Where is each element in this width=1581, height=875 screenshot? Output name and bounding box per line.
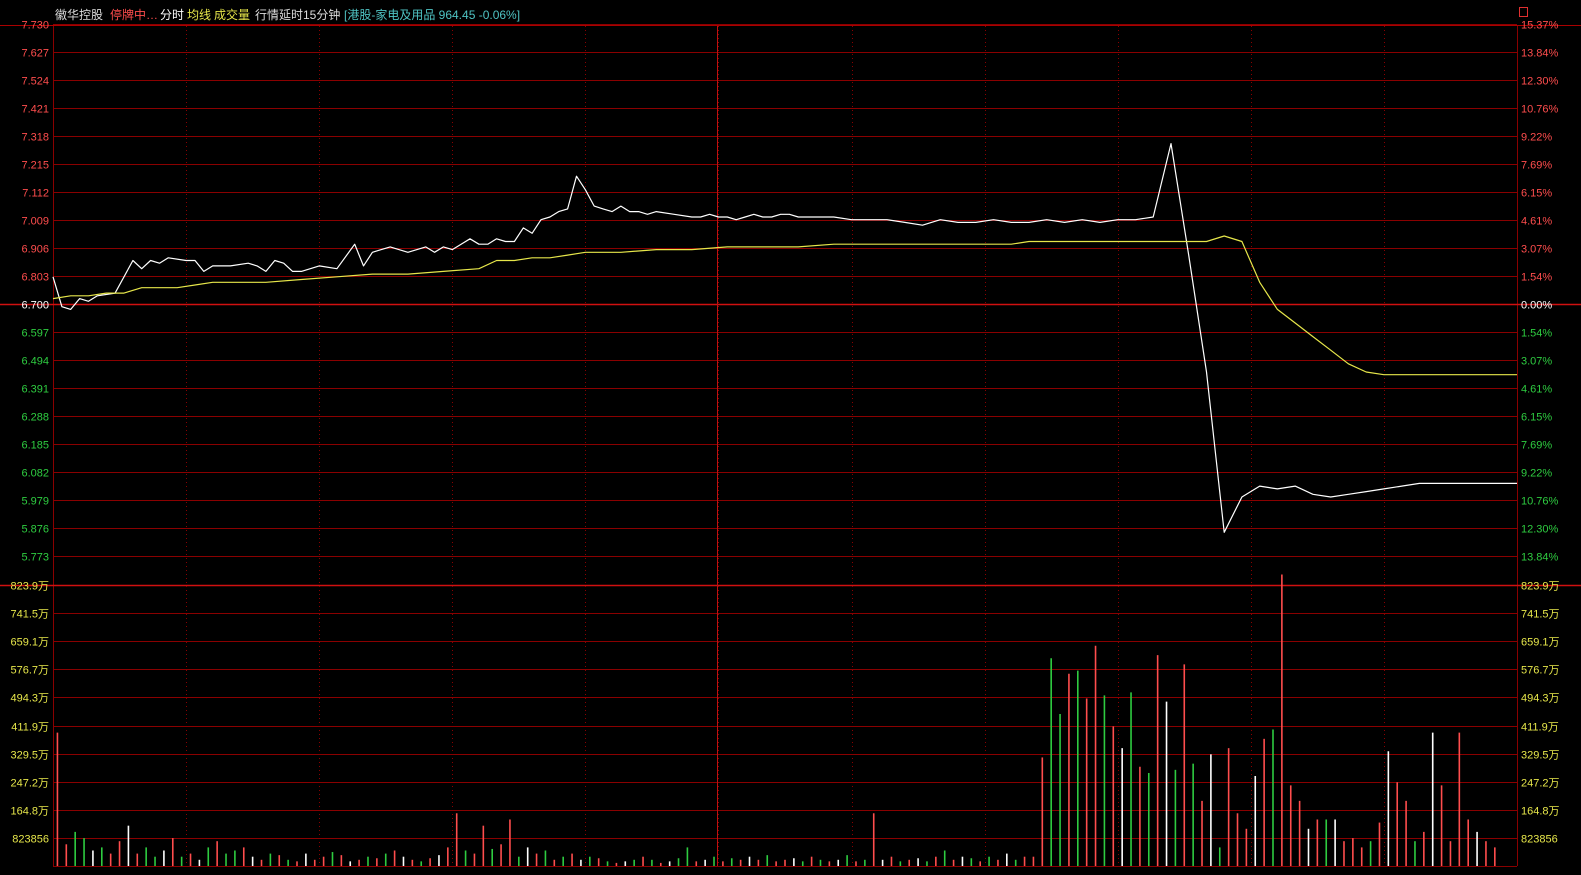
volume-tick-label-right: 494.3万: [1521, 693, 1560, 705]
price-tick-label: 6.494: [21, 356, 49, 368]
percent-tick-label: 4.61%: [1521, 384, 1552, 396]
chart-area: 7.730 15.37% 7.627 13.84% 7.524 12.30% 7.421 10…: [0, 20, 1581, 867]
percent-tick-label: 7.69%: [1521, 160, 1552, 172]
price-tick-label: 5.979: [21, 496, 49, 508]
grid-layer: [0, 24, 1581, 867]
price-tick-label: 6.906: [21, 244, 49, 256]
price-tick-label: 6.391: [21, 384, 49, 396]
percent-tick-label: 1.54%: [1521, 328, 1552, 340]
price-tick-label: 6.082: [21, 468, 49, 480]
percent-tick-label: 15.37%: [1521, 20, 1559, 32]
price-tick-label: 6.185: [21, 440, 49, 452]
price-tick-label: 7.215: [21, 160, 49, 172]
percent-tick-label: 9.22%: [1521, 132, 1552, 144]
volume-tick-label-right: 659.1万: [1521, 637, 1560, 649]
volume-tick-label: 823856: [12, 834, 49, 846]
percent-tick-label: 7.69%: [1521, 440, 1552, 452]
percent-tick-label: 13.84%: [1521, 552, 1559, 564]
price-tick-label: 7.730: [21, 20, 49, 32]
percent-tick-label: 13.84%: [1521, 48, 1559, 60]
price-tick-label: 7.627: [21, 48, 49, 60]
volume-tick-label-right: 329.5万: [1521, 750, 1560, 762]
percent-tick-label: 6.15%: [1521, 412, 1552, 424]
price-tick-label: 6.803: [21, 272, 49, 284]
average-line: [52, 235, 1517, 376]
volume-tick-label: 494.3万: [10, 693, 49, 705]
volume-tick-label-right: 247.2万: [1521, 778, 1560, 790]
volume-tick-label-right: 741.5万: [1521, 609, 1560, 621]
volume-tick-label: 164.8万: [10, 806, 49, 818]
price-tick-label: 7.318: [21, 132, 49, 144]
price-tick-label: 6.597: [21, 328, 49, 340]
price-lines: [52, 143, 1517, 533]
percent-tick-label: 1.54%: [1521, 272, 1552, 284]
volume-tick-label: 411.9万: [11, 722, 49, 734]
percent-tick-label: 10.76%: [1521, 496, 1559, 508]
price-tick-label: 6.288: [21, 412, 49, 424]
volume-tick-label: 576.7万: [10, 665, 49, 677]
volume-tick-label-right: 823856: [1521, 834, 1558, 846]
volume-tick-label-right: 576.7万: [1521, 665, 1560, 677]
volume-tick-label-right: 823.9万: [1521, 581, 1560, 593]
price-tick-label: 5.876: [21, 524, 49, 536]
axis-labels: 7.730 15.37% 7.627 13.84% 7.524 12.30% 7.421 10…: [10, 20, 1559, 846]
price-tick-label: 5.773: [21, 552, 49, 564]
percent-tick-label: 3.07%: [1521, 244, 1552, 256]
price-tick-label: 7.112: [22, 188, 49, 200]
volume-tick-label-right: 411.9万: [1521, 722, 1559, 734]
percent-tick-label: 9.22%: [1521, 468, 1552, 480]
percent-tick-label: 0.00%: [1521, 300, 1552, 312]
price-tick-label: 7.421: [21, 104, 49, 116]
percent-tick-label: 12.30%: [1521, 524, 1559, 536]
volume-bars: [56, 574, 1496, 866]
percent-tick-label: 6.15%: [1521, 188, 1552, 200]
percent-tick-label: 4.61%: [1521, 216, 1552, 228]
volume-tick-label-right: 164.8万: [1521, 806, 1560, 818]
percent-tick-label: 12.30%: [1521, 76, 1559, 88]
volume-tick-label: 247.2万: [10, 778, 49, 790]
volume-tick-label: 741.5万: [10, 609, 49, 621]
volume-tick-label: 659.1万: [10, 637, 49, 649]
percent-tick-label: 3.07%: [1521, 356, 1552, 368]
percent-tick-label: 10.76%: [1521, 104, 1559, 116]
price-tick-label: 7.009: [21, 216, 49, 228]
price-tick-label: 6.700: [21, 300, 49, 312]
price-line: [52, 143, 1517, 533]
volume-tick-label: 823.9万: [10, 581, 49, 593]
volume-tick-label: 329.5万: [10, 750, 49, 762]
price-tick-label: 7.524: [21, 76, 49, 88]
